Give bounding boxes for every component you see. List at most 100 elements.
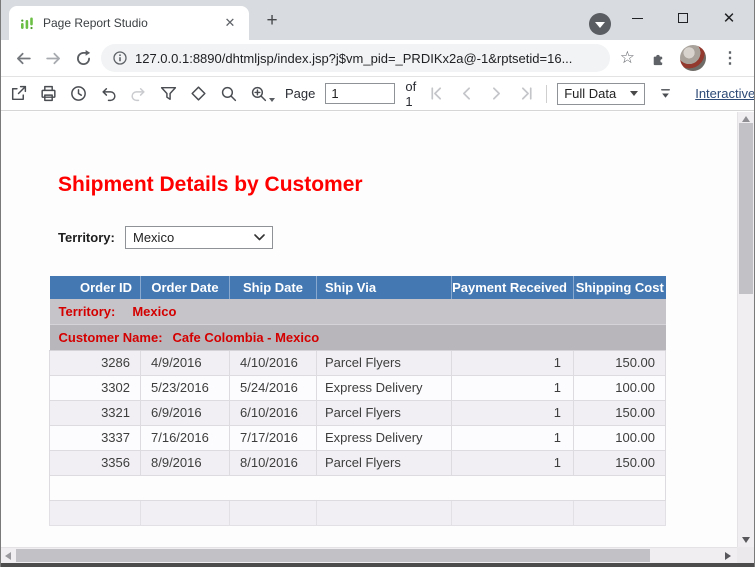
- scroll-left-icon[interactable]: [5, 552, 11, 560]
- collapse-toolbar-icon[interactable]: [655, 84, 675, 104]
- maximize-button[interactable]: [660, 0, 706, 36]
- export-icon[interactable]: [8, 84, 28, 104]
- report-content-area: Shipment Details by Customer Territory: …: [1, 112, 754, 567]
- horizontal-scrollbar-thumb[interactable]: [16, 549, 650, 562]
- minimize-button[interactable]: [614, 0, 660, 36]
- cell-order-id: 3302: [49, 374, 141, 401]
- cell-order-date: 6/9/2016: [140, 399, 230, 426]
- cell-shipping-cost: 100.00: [573, 374, 666, 401]
- first-page-icon[interactable]: [426, 84, 446, 104]
- cell-ship-date: 4/10/2016: [229, 349, 317, 376]
- group-row-customer: Customer Name: Cafe Colombia - Mexico: [49, 324, 666, 351]
- maximize-icon: [678, 13, 688, 23]
- cell-payment-received: 1: [451, 349, 574, 376]
- report-page: Shipment Details by Customer Territory: …: [1, 112, 737, 547]
- cell-ship-date: 5/24/2016: [229, 374, 317, 401]
- chevron-down-icon: [595, 22, 605, 28]
- previous-page-icon[interactable]: [456, 84, 476, 104]
- cell-order-id: 3321: [49, 399, 141, 426]
- new-tab-button[interactable]: +: [261, 10, 283, 32]
- close-button[interactable]: ✕: [706, 0, 752, 36]
- browser-tab[interactable]: Page Report Studio ✕: [9, 6, 249, 40]
- cell-payment-received: 1: [451, 374, 574, 401]
- scroll-down-icon[interactable]: [742, 537, 750, 543]
- vertical-scrollbar[interactable]: [737, 112, 754, 547]
- media-controls-button[interactable]: [589, 13, 611, 35]
- diamond-icon[interactable]: [188, 84, 208, 104]
- interactive-view-link[interactable]: Interactive View: [695, 86, 754, 101]
- report-toolbar: Page of 1 Full Data Interactive View: [1, 77, 754, 111]
- bookmark-star-icon[interactable]: ☆: [616, 48, 639, 68]
- scroll-right-icon[interactable]: [725, 552, 731, 560]
- url-text: 127.0.0.1:8890/dhtmljsp/index.jsp?j$vm_p…: [135, 50, 573, 66]
- reload-button[interactable]: [71, 46, 95, 70]
- site-info-icon[interactable]: [113, 51, 127, 65]
- cell-payment-received: 1: [451, 449, 574, 476]
- cell-order-date: 7/16/2016: [140, 424, 230, 451]
- cell-order-id: 3286: [49, 349, 141, 376]
- cell-ship-via: Express Delivery: [316, 374, 452, 401]
- group-customer-label: Customer Name:: [58, 329, 163, 345]
- group-territory-value: Mexico: [132, 303, 177, 319]
- chevron-down-icon: [254, 234, 265, 241]
- cell-order-date: 4/9/2016: [140, 349, 230, 376]
- redo-icon[interactable]: [128, 84, 148, 104]
- parameter-row: Territory: Mexico: [58, 226, 737, 249]
- last-page-icon[interactable]: [516, 84, 536, 104]
- table-row: 3356 8/9/2016 8/10/2016 Parcel Flyers 1 …: [49, 449, 666, 476]
- favicon-chart-icon: [19, 15, 35, 31]
- minimize-icon: [631, 17, 643, 19]
- report-title: Shipment Details by Customer: [58, 173, 363, 196]
- page-number-input[interactable]: [325, 83, 396, 104]
- profile-avatar[interactable]: [680, 45, 706, 71]
- browser-window: Page Report Studio ✕ + ✕ 127.0.0.1:8890/…: [0, 0, 755, 567]
- report-table: Order ID Order Date Ship Date Ship Via P…: [49, 276, 666, 526]
- next-page-icon[interactable]: [486, 84, 506, 104]
- table-header-row: Order ID Order Date Ship Date Ship Via P…: [49, 276, 666, 299]
- cell-ship-date: 7/17/2016: [229, 424, 317, 451]
- undo-icon[interactable]: [98, 84, 118, 104]
- page-total-label: of 1: [405, 78, 417, 109]
- history-clock-icon[interactable]: [68, 84, 88, 104]
- forward-button[interactable]: [41, 46, 65, 70]
- search-icon[interactable]: [218, 84, 238, 104]
- filter-icon[interactable]: [158, 84, 178, 104]
- window-bottom-border: [1, 563, 754, 567]
- territory-select[interactable]: Mexico: [125, 226, 273, 249]
- back-button[interactable]: [11, 46, 35, 70]
- zoom-control[interactable]: [248, 84, 275, 104]
- window-controls: ✕: [614, 0, 752, 36]
- tab-close-icon[interactable]: ✕: [221, 14, 239, 32]
- column-header-shipping-cost: Shipping Cost: [573, 276, 666, 299]
- horizontal-scrollbar[interactable]: [1, 547, 737, 563]
- cell-order-id: 3356: [49, 449, 141, 476]
- table-row: 3321 6/9/2016 6/10/2016 Parcel Flyers 1 …: [49, 399, 666, 426]
- view-mode-select[interactable]: Full Data: [557, 82, 646, 105]
- cell-order-date: 8/9/2016: [140, 449, 230, 476]
- cell-ship-date: 8/10/2016: [229, 449, 317, 476]
- group-row-territory: Territory: Mexico: [49, 299, 666, 325]
- cell-payment-received: 1: [451, 399, 574, 426]
- cell-ship-via: Parcel Flyers: [316, 399, 452, 426]
- cell-ship-date: 6/10/2016: [229, 399, 317, 426]
- zoom-in-icon: [248, 84, 268, 104]
- vertical-scrollbar-thumb[interactable]: [739, 123, 753, 294]
- url-omnibox[interactable]: 127.0.0.1:8890/dhtmljsp/index.jsp?j$vm_p…: [101, 44, 610, 72]
- browser-menu-icon[interactable]: ⋮: [716, 48, 744, 68]
- cell-order-id: 3337: [49, 424, 141, 451]
- address-bar: 127.0.0.1:8890/dhtmljsp/index.jsp?j$vm_p…: [1, 40, 754, 77]
- group-territory-label: Territory:: [58, 303, 116, 319]
- group-customer-value: Cafe Colombia - Mexico: [172, 329, 320, 345]
- cell-shipping-cost: 100.00: [573, 424, 666, 451]
- table-data-rows: 3286 4/9/2016 4/10/2016 Parcel Flyers 1 …: [49, 349, 666, 476]
- territory-value: Mexico: [133, 230, 175, 245]
- scroll-up-icon[interactable]: [742, 116, 750, 122]
- column-header-order-date: Order Date: [140, 276, 230, 299]
- extensions-puzzle-icon[interactable]: [645, 50, 670, 67]
- cell-shipping-cost: 150.00: [573, 449, 666, 476]
- toolbar-divider: [546, 84, 548, 103]
- view-mode-value: Full Data: [564, 86, 617, 101]
- print-icon[interactable]: [38, 84, 58, 104]
- scrollbar-corner: [737, 547, 754, 563]
- zoom-dropdown-caret-icon: [269, 97, 275, 102]
